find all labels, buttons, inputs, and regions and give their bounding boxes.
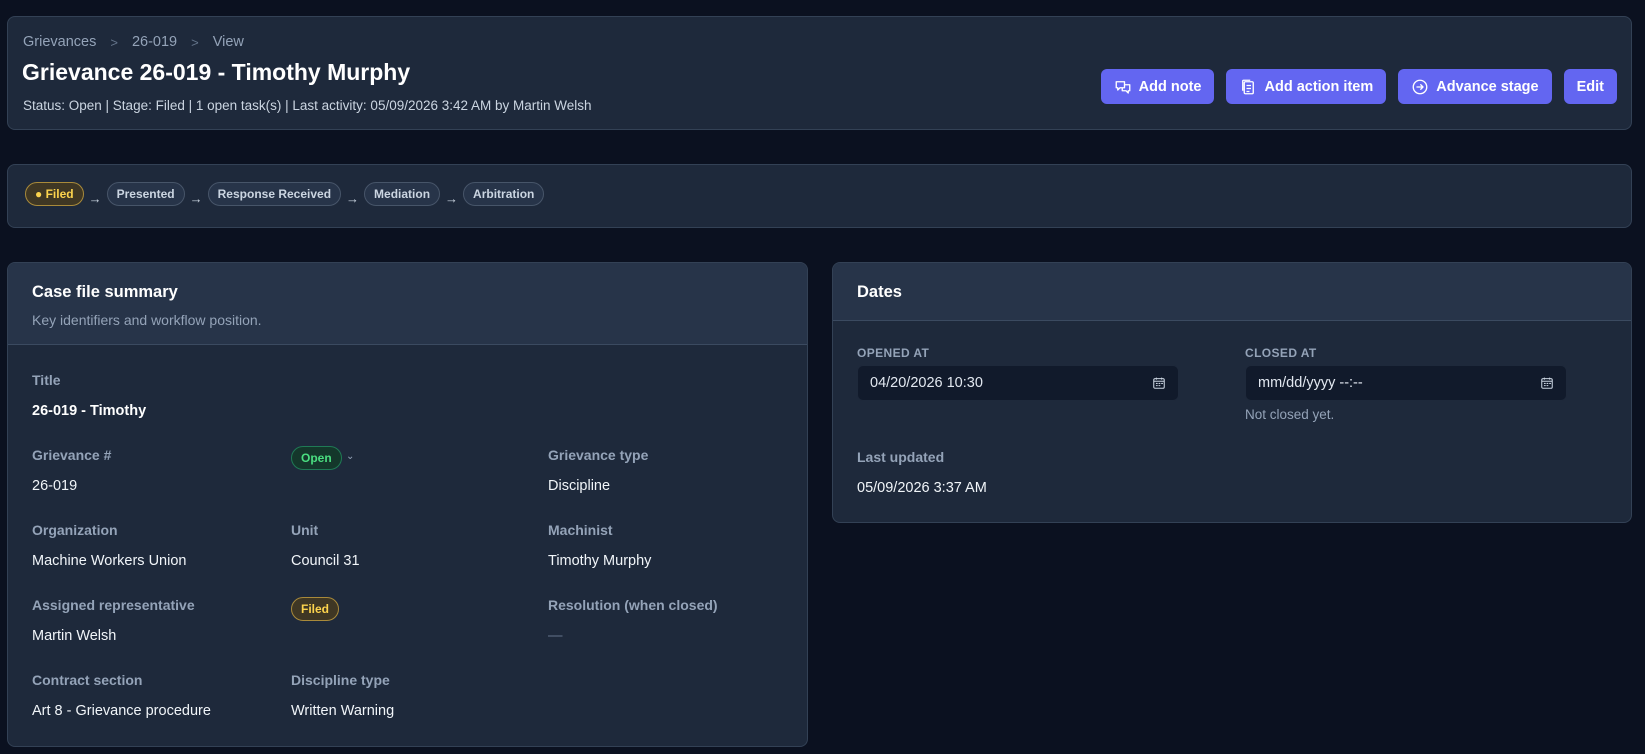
stage-label: Mediation (374, 187, 431, 201)
chevron-right-icon: > (191, 34, 199, 50)
assigned-rep-label: Assigned representative (32, 597, 195, 613)
closed-at-hint: Not closed yet. (1245, 407, 1335, 422)
machinist-label: Machinist (548, 522, 613, 538)
stage-response-received[interactable]: Response Received (207, 182, 342, 206)
discipline-type-label: Discipline type (291, 672, 390, 688)
stage-presented[interactable]: Presented (106, 182, 185, 206)
card-header: Case file summary Key identifiers and wo… (8, 263, 807, 345)
breadcrumb-item-grievances[interactable]: Grievances (23, 34, 96, 50)
header-actions: Add note Add action item Advance stage E… (1100, 69, 1617, 104)
add-note-label: Add note (1138, 78, 1202, 95)
card-subtitle: Key identifiers and workflow position. (32, 312, 262, 328)
case-summary-card: Case file summary Key identifiers and wo… (7, 262, 808, 747)
arrow-circle-right-icon (1412, 79, 1428, 94)
closed-at-input[interactable]: mm/dd/yyyy --:-- (1245, 365, 1567, 401)
breadcrumb: Grievances > 26-019 > View (23, 34, 244, 50)
resolution-value: — (548, 628, 563, 644)
opened-at-input[interactable]: 04/20/2026 10:30 (857, 365, 1179, 401)
resolution-label: Resolution (when closed) (548, 597, 718, 613)
title-value: 26-019 - Timothy (32, 403, 147, 419)
add-action-item-button[interactable]: Add action item (1226, 69, 1387, 104)
arrow-right-icon: → (189, 190, 203, 206)
stage-label: Arbitration (473, 187, 535, 201)
advance-stage-button[interactable]: Advance stage (1398, 69, 1552, 104)
arrow-right-icon: → (88, 190, 102, 206)
assigned-rep-value: Martin Welsh (32, 628, 117, 644)
title-label: Title (32, 372, 61, 388)
contract-section-value: Art 8 - Grievance procedure (32, 703, 211, 719)
card-title: Case file summary (32, 283, 178, 301)
stage-pipeline: ● Filed → Presented → Response Received … (7, 164, 1632, 228)
unit-value: Council 31 (291, 553, 360, 569)
card-title: Dates (857, 283, 902, 301)
unit-label: Unit (291, 522, 319, 538)
grievance-number-value: 26-019 (32, 478, 78, 494)
opened-at-label: OPENED AT (857, 346, 930, 360)
stage-label: Filed (45, 187, 74, 201)
status-badge[interactable]: Open (291, 446, 342, 470)
page-title: Grievance 26-019 - Timothy Murphy (22, 59, 411, 85)
stage-mediation[interactable]: Mediation (364, 182, 441, 206)
add-note-button[interactable]: Add note (1100, 69, 1215, 104)
stage-label: Response Received (217, 187, 332, 201)
contract-section-label: Contract section (32, 672, 143, 688)
last-updated-value: 05/09/2026 3:37 AM (857, 480, 987, 496)
organization-value: Machine Workers Union (32, 553, 187, 569)
breadcrumb-item-current: View (212, 34, 244, 50)
stage-filed[interactable]: ● Filed (25, 182, 84, 206)
grievance-type-value: Discipline (548, 478, 611, 494)
advance-stage-label: Advance stage (1436, 78, 1539, 95)
status-line: Status: Open | Stage: Filed | 1 open tas… (23, 98, 592, 113)
edit-label: Edit (1576, 78, 1604, 95)
opened-at-value: 04/20/2026 10:30 (870, 375, 983, 391)
stage-row: ● Filed → Presented → Response Received … (25, 182, 545, 206)
organization-label: Organization (32, 522, 118, 538)
closed-at-placeholder: mm/dd/yyyy --:-- (1258, 375, 1363, 391)
closed-at-label: CLOSED AT (1245, 346, 1317, 360)
breadcrumb-item-case[interactable]: 26-019 (132, 34, 177, 50)
stage-badge: Filed (291, 597, 340, 621)
calendar-icon[interactable] (1540, 376, 1554, 390)
stage-label: Presented (116, 187, 175, 201)
chevron-down-icon[interactable]: ⌄ (346, 451, 354, 462)
arrow-right-icon: → (445, 190, 459, 206)
chat-bubbles-icon (1115, 80, 1131, 94)
grievance-number-label: Grievance # (32, 447, 112, 463)
calendar-icon[interactable] (1152, 376, 1166, 390)
discipline-type-value: Written Warning (291, 703, 395, 719)
last-updated-label: Last updated (857, 449, 945, 465)
arrow-right-icon: → (346, 190, 360, 206)
clipboard-icon (1242, 79, 1255, 94)
dates-card: Dates OPENED AT 04/20/2026 10:30 CLOSED … (832, 262, 1632, 523)
chevron-right-icon: > (110, 34, 118, 50)
page-header: Grievances > 26-019 > View Grievance 26-… (7, 16, 1632, 130)
stage-arbitration[interactable]: Arbitration (463, 182, 545, 206)
card-header: Dates (833, 263, 1631, 321)
active-stage-dot-icon: ● (35, 187, 43, 201)
machinist-value: Timothy Murphy (548, 553, 652, 569)
add-action-item-label: Add action item (1264, 78, 1374, 95)
edit-button[interactable]: Edit (1563, 69, 1617, 104)
grievance-type-label: Grievance type (548, 447, 649, 463)
